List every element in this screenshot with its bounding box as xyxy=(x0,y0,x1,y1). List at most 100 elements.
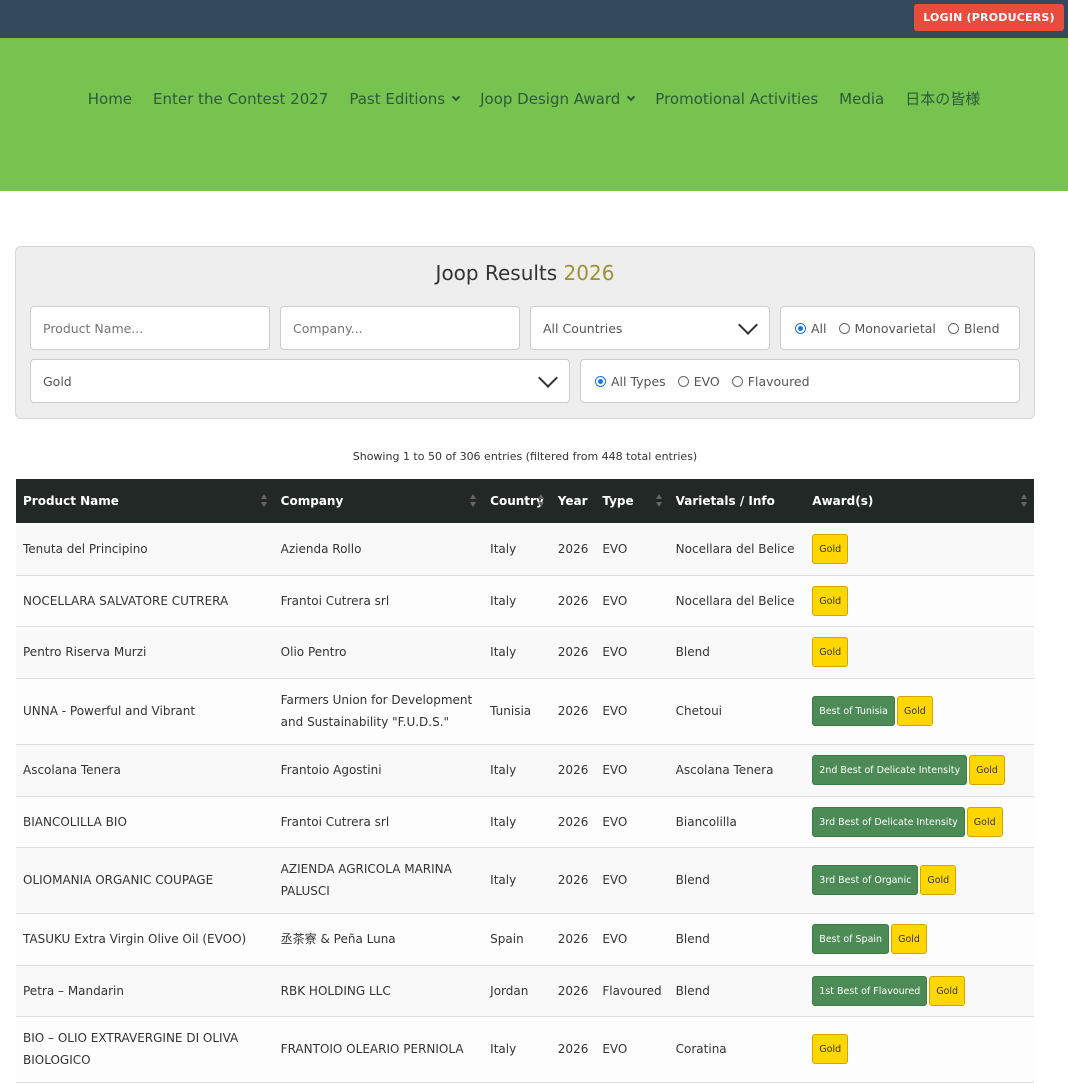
cell-year: 2026 xyxy=(550,744,596,797)
type-radio-2[interactable]: Flavoured xyxy=(731,373,810,389)
product-name-input[interactable] xyxy=(30,306,270,350)
nav-item-4[interactable]: Promotional Activities xyxy=(655,88,818,109)
page-title: Joop Results 2026 xyxy=(16,261,1034,285)
product-link[interactable]: Tenuta del Principino xyxy=(16,523,274,576)
cell-year: 2026 xyxy=(550,523,596,576)
column-header-label: Award(s) xyxy=(812,494,874,508)
radio-dot[interactable] xyxy=(595,375,606,387)
varietal-radio-2[interactable]: Blend xyxy=(947,320,1000,336)
varietal-radio-1[interactable]: Monovarietal xyxy=(838,321,936,336)
cell-country: Italy xyxy=(483,626,551,679)
nav-item-label: Promotional Activities xyxy=(655,89,819,108)
varietal-radio-0[interactable]: All xyxy=(795,321,827,336)
cell-company: RBK HOLDING LLC xyxy=(273,965,484,1017)
nav-item-1[interactable]: Enter the Contest 2027 xyxy=(153,88,328,109)
product-link[interactable]: UNNA - Powerful and Vibrant xyxy=(16,678,274,745)
radio-label: EVO xyxy=(693,373,720,389)
cell-type: EVO xyxy=(595,626,669,679)
cell-varietal: Blend xyxy=(668,965,806,1017)
product-link[interactable]: Ascolana Tenera xyxy=(16,744,274,797)
cell-company: 丞茶寮 & Peña Luna xyxy=(273,913,484,966)
nav-item-3[interactable]: Joop Design Award xyxy=(480,88,636,109)
nav-item-6[interactable]: 日本の皆様 xyxy=(905,88,980,109)
cell-varietal: Blend xyxy=(668,626,806,679)
column-header-5[interactable]: Varietals / Info xyxy=(668,479,806,523)
cell-country: Italy xyxy=(483,575,551,627)
country-select-value: All Countries xyxy=(543,320,623,336)
radio-label: Blend xyxy=(963,320,1000,336)
award-select[interactable]: Gold xyxy=(30,359,570,403)
cell-country: Spain xyxy=(483,913,551,966)
cell-year: 2026 xyxy=(550,913,596,966)
table-row: BIANCOLILLA BIO Frantoi Cutrera srl Italy 2… xyxy=(16,796,1034,848)
cell-year: 2026 xyxy=(550,1016,596,1083)
product-link[interactable]: Pentro Riserva Murzi xyxy=(16,626,274,679)
award-badge: Gold xyxy=(812,637,849,667)
column-header-label: Varietals / Info xyxy=(675,494,775,508)
product-link[interactable]: BIO – OLIO EXTRAVERGINE DI OLIVA BIOLOGI… xyxy=(16,1016,274,1083)
column-header-1[interactable]: Company xyxy=(273,479,484,523)
cell-company: Frantoio Agostini xyxy=(273,744,484,797)
cell-type: EVO xyxy=(595,744,669,797)
cell-country: Italy xyxy=(483,796,551,848)
radio-dot[interactable] xyxy=(677,375,689,387)
column-header-0[interactable]: Product Name xyxy=(16,479,274,523)
column-header-3[interactable]: Year xyxy=(550,479,596,523)
nav-item-label: Enter the Contest 2027 xyxy=(153,89,329,108)
award-badge: Gold xyxy=(969,755,1005,785)
nav-item-5[interactable]: Media xyxy=(839,88,884,109)
cell-company: Frantoi Cutrera srl xyxy=(273,796,484,848)
column-header-4[interactable]: Type xyxy=(595,479,669,523)
column-header-6[interactable]: Award(s) xyxy=(805,479,1034,523)
type-radio-0[interactable]: All Types xyxy=(595,374,666,389)
cell-year: 2026 xyxy=(550,965,596,1017)
product-link[interactable]: OLIOMANIA ORGANIC COUPAGE xyxy=(16,847,274,914)
cell-type: EVO xyxy=(595,1016,669,1083)
column-header-label: Country xyxy=(490,494,544,508)
radio-dot[interactable] xyxy=(795,322,806,334)
table-row: Petra – Mandarin RBK HOLDING LLC Jordan 202… xyxy=(16,965,1034,1017)
cell-country: Tunisia xyxy=(483,678,551,745)
company-input[interactable] xyxy=(280,306,520,350)
table-info: Showing 1 to 50 of 306 entries (filtered… xyxy=(352,450,698,463)
award-badge: Gold xyxy=(812,585,849,616)
nav-item-0[interactable]: Home xyxy=(88,88,132,109)
results-table: Product Name Company Country Year Type Variet… xyxy=(16,479,1034,1083)
radio-dot[interactable] xyxy=(838,322,850,334)
cell-company: Frantoi Cutrera srl xyxy=(273,575,484,627)
product-link[interactable]: NOCELLARA SALVATORE CUTRERA xyxy=(16,575,274,627)
type-radio-1[interactable]: EVO xyxy=(677,373,720,389)
award-badge: Gold xyxy=(812,1034,849,1064)
cell-year: 2026 xyxy=(550,847,596,914)
cell-awards: 2nd Best of Delicate Intensity Gold xyxy=(805,744,1034,797)
cell-awards: 3rd Best of Delicate Intensity Gold xyxy=(805,796,1034,848)
award-badge: Gold xyxy=(920,865,957,895)
cell-type: EVO xyxy=(595,847,669,914)
column-header-2[interactable]: Country xyxy=(483,479,551,523)
award-badge: 2nd Best of Delicate Intensity xyxy=(812,755,968,785)
award-badge: 3rd Best of Delicate Intensity xyxy=(812,806,965,837)
product-link[interactable]: BIANCOLILLA BIO xyxy=(16,796,274,848)
chevron-down-icon xyxy=(451,92,461,101)
cell-company: Farmers Union for Development and Sustai… xyxy=(273,678,484,745)
table-row: Tenuta del Principino Azienda Rollo Italy 2… xyxy=(16,523,1034,576)
award-badge: Gold xyxy=(966,806,1003,837)
cell-awards: 3rd Best of Organic Gold xyxy=(805,847,1034,914)
cell-type: EVO xyxy=(595,523,669,576)
top-bar: LOGIN (PRODUCERS) xyxy=(0,0,1068,38)
column-header-label: Year xyxy=(557,494,588,508)
cell-country: Italy xyxy=(483,1016,551,1083)
login-producers-button[interactable]: LOGIN (PRODUCERS) xyxy=(914,4,1064,31)
table-body: Tenuta del Principino Azienda Rollo Italy 2… xyxy=(16,523,1034,1083)
nav-item-2[interactable]: Past Editions xyxy=(349,88,461,109)
radio-dot[interactable] xyxy=(731,375,743,387)
product-link[interactable]: Petra – Mandarin xyxy=(16,965,274,1017)
sort-icon xyxy=(1021,494,1028,508)
cell-country: Italy xyxy=(483,847,551,914)
cell-awards: Best of Spain Gold xyxy=(805,913,1034,966)
radio-label: Flavoured xyxy=(747,373,810,389)
product-link[interactable]: TASUKU Extra Virgin Olive Oil (EVOO) xyxy=(16,913,274,966)
country-select[interactable]: All Countries xyxy=(530,306,770,350)
award-badge: Best of Tunisia xyxy=(812,696,895,726)
radio-dot[interactable] xyxy=(947,322,959,334)
